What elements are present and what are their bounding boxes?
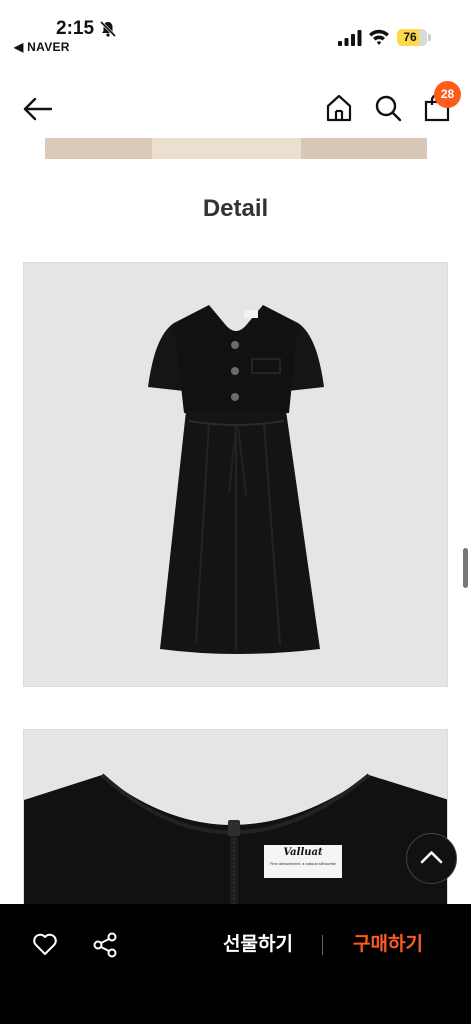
back-arrow-icon[interactable] (22, 96, 54, 122)
gift-button[interactable]: 선물하기 (212, 930, 304, 960)
search-icon[interactable] (374, 94, 402, 122)
brand-label: Valluat Fine detachment, a natural silho… (264, 847, 342, 866)
scrollbar-thumb[interactable] (463, 548, 468, 588)
status-bar: 2:15 ◀ NAVER 76 (0, 0, 471, 60)
status-time: 2:15 (56, 18, 95, 39)
buy-button[interactable]: 구매하기 (342, 930, 434, 960)
product-photo-partial (45, 138, 427, 159)
chevron-up-icon (420, 851, 443, 864)
top-navigation (0, 78, 471, 138)
share-icon[interactable] (92, 932, 118, 958)
cellular-signal-icon (338, 30, 362, 46)
back-to-app-link[interactable]: ◀ NAVER (14, 40, 70, 54)
button-divider (322, 935, 323, 955)
brand-label-name: Valluat (283, 847, 323, 858)
brand-label-tagline: Fine detachment, a natural silhouette (270, 861, 336, 866)
battery-indicator: 76 (397, 29, 431, 46)
black-dress-image (148, 305, 324, 654)
home-icon[interactable] (326, 94, 352, 122)
heart-icon[interactable] (32, 932, 58, 956)
bottom-action-bar: 선물하기 구매하기 (0, 904, 471, 1024)
cart-count-badge: 28 (434, 81, 461, 108)
section-title: Detail (202, 195, 269, 222)
product-detail-image (23, 262, 448, 687)
wifi-icon (369, 29, 389, 45)
bell-off-icon (99, 20, 117, 38)
battery-level: 76 (403, 30, 417, 44)
scroll-to-top-button[interactable] (406, 833, 457, 884)
